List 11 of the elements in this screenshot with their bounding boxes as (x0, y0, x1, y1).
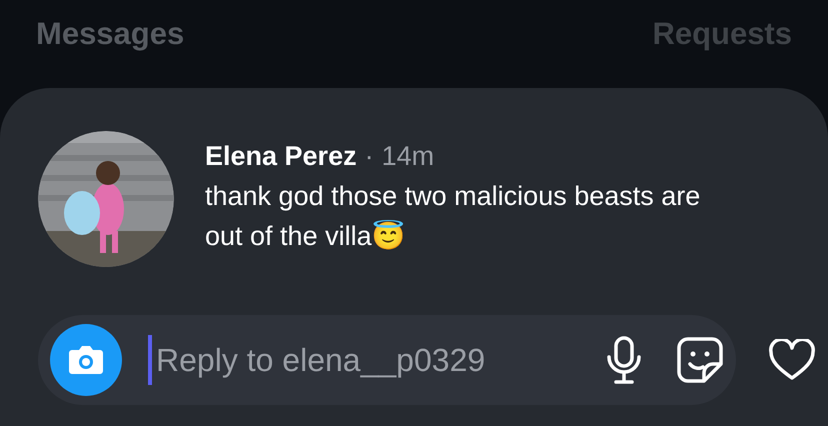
reply-input[interactable]: Reply to elena__p0329 (154, 340, 586, 380)
reply-field[interactable]: Reply to elena__p0329 (38, 315, 736, 405)
camera-icon (67, 344, 105, 376)
timestamp: 14m (382, 140, 434, 173)
separator: · (364, 140, 374, 173)
sender-name: Elena Perez (205, 140, 357, 173)
tab[interactable]: Messages (36, 16, 184, 52)
sticker-icon[interactable] (676, 336, 724, 384)
message-text: thank god those two malicious beasts are out of the villa😇 (205, 180, 702, 253)
heart-icon[interactable] (768, 339, 816, 381)
camera-button[interactable] (50, 324, 122, 396)
